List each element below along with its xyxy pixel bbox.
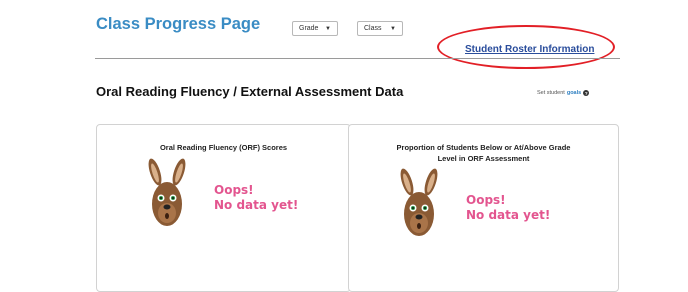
set-student-goals-link[interactable]: Set student goals ? (537, 90, 590, 96)
caret-down-icon: ▼ (390, 25, 396, 32)
no-data-message: Oops! No data yet! (214, 183, 298, 213)
no-data-message: Oops! No data yet! (466, 193, 550, 223)
student-roster-link[interactable]: Student Roster Information (465, 44, 594, 55)
card-title: Proportion of Students Below or At/Above… (396, 143, 571, 163)
class-select[interactable]: Class ▼ (357, 21, 403, 36)
help-icon[interactable]: ? (583, 90, 590, 96)
goals-word[interactable]: goals (567, 90, 581, 96)
no-data-line-2: No data yet! (214, 198, 299, 212)
caret-down-icon: ▼ (325, 25, 331, 32)
no-data-line-1: Oops! (466, 193, 506, 207)
grade-select[interactable]: Grade ▼ (292, 21, 338, 36)
goals-prefix: Set student (537, 90, 565, 96)
class-select-value: Class (364, 25, 382, 32)
no-data-line-2: No data yet! (466, 208, 551, 222)
kangaroo-icon (400, 168, 438, 236)
grade-select-value: Grade (299, 25, 319, 32)
kangaroo-icon (148, 158, 186, 226)
header-divider (95, 58, 620, 59)
grade-level-proportion-card: Proportion of Students Below or At/Above… (348, 124, 619, 292)
orf-scores-card: Oral Reading Fluency (ORF) Scores Oops! … (96, 124, 351, 292)
page-title: Class Progress Page (96, 15, 261, 33)
no-data-line-1: Oops! (214, 183, 254, 197)
card-title: Oral Reading Fluency (ORF) Scores (159, 143, 288, 152)
section-title: Oral Reading Fluency / External Assessme… (96, 84, 404, 99)
